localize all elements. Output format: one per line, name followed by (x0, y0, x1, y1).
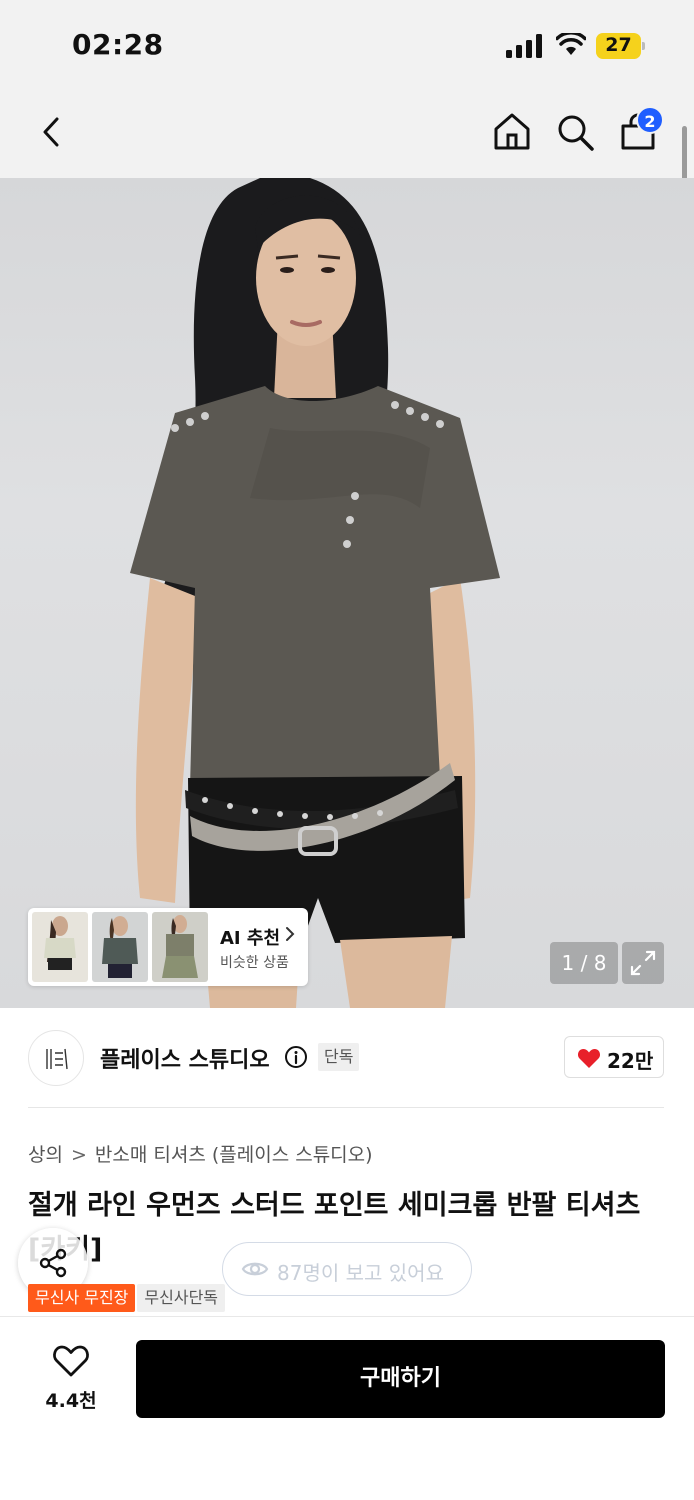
promo-tag: 무신사 무진장 (28, 1284, 136, 1312)
cart-count-badge[interactable]: 2 (636, 106, 664, 134)
chevron-right-icon (286, 927, 295, 941)
expand-image-button[interactable] (622, 942, 664, 984)
home-icon[interactable] (490, 110, 534, 154)
wifi-icon (556, 33, 586, 55)
brand-logo[interactable] (28, 1030, 84, 1086)
exclusive-tag: 무신사단독 (137, 1284, 226, 1312)
ai-recommend-thumbnail[interactable] (152, 912, 208, 982)
ai-recommend-subtitle: 비슷한 상품 (220, 955, 289, 971)
heart-filled-icon (577, 1049, 601, 1068)
breadcrumb-category[interactable]: 상의 (28, 1144, 63, 1166)
product-tags: 무신사 무진장 무신사단독 (28, 1284, 227, 1312)
status-bar: 02:28 27 (0, 0, 694, 90)
chevron-left-icon[interactable] (30, 110, 74, 154)
search-icon[interactable] (553, 110, 597, 154)
brand-name[interactable]: 플레이스 스튜디오 (100, 1042, 270, 1074)
viewers-text: 87명이 보고 있어요 (277, 1261, 444, 1285)
battery-level: 27 (605, 34, 632, 56)
product-image[interactable] (0, 178, 694, 1008)
breadcrumb-separator-icon: > (70, 1144, 87, 1166)
info-icon[interactable] (284, 1045, 308, 1069)
wish-count: 4.4천 (45, 1390, 97, 1412)
breadcrumb: 상의 > 반소매 티셔츠 (플레이스 스튜디오) (28, 1140, 373, 1167)
status-time: 02:28 (72, 28, 164, 61)
buy-button[interactable]: 구매하기 (136, 1340, 665, 1418)
ai-recommend-thumbnail[interactable] (32, 912, 88, 982)
brand-like-button[interactable]: 22만 (564, 1036, 664, 1078)
share-icon (39, 1248, 67, 1278)
battery-indicator: 27 (596, 33, 646, 59)
eye-icon (241, 1262, 269, 1276)
expand-icon (630, 950, 656, 976)
ai-recommend-title: AI 추천 (220, 928, 281, 949)
nav-bar (0, 90, 694, 178)
ai-recommendation-card[interactable]: AI 추천 비슷한 상품 (28, 908, 308, 986)
battery-tip (642, 42, 645, 50)
image-counter: 1 / 8 (550, 942, 618, 984)
brand-like-count: 22만 (607, 1049, 654, 1073)
breadcrumb-subcategory[interactable]: 반소매 티셔츠 (플레이스 스튜디오) (95, 1144, 373, 1166)
viewers-indicator: 87명이 보고 있어요 (222, 1242, 472, 1296)
cellular-signal-icon (506, 34, 542, 58)
product-photo-model (130, 178, 500, 1008)
divider (28, 1107, 664, 1108)
heart-outline-icon[interactable] (52, 1344, 90, 1378)
ai-recommend-thumbnail[interactable] (92, 912, 148, 982)
exclusive-badge: 단독 (318, 1043, 360, 1071)
brand-logo-mark (46, 1048, 68, 1070)
